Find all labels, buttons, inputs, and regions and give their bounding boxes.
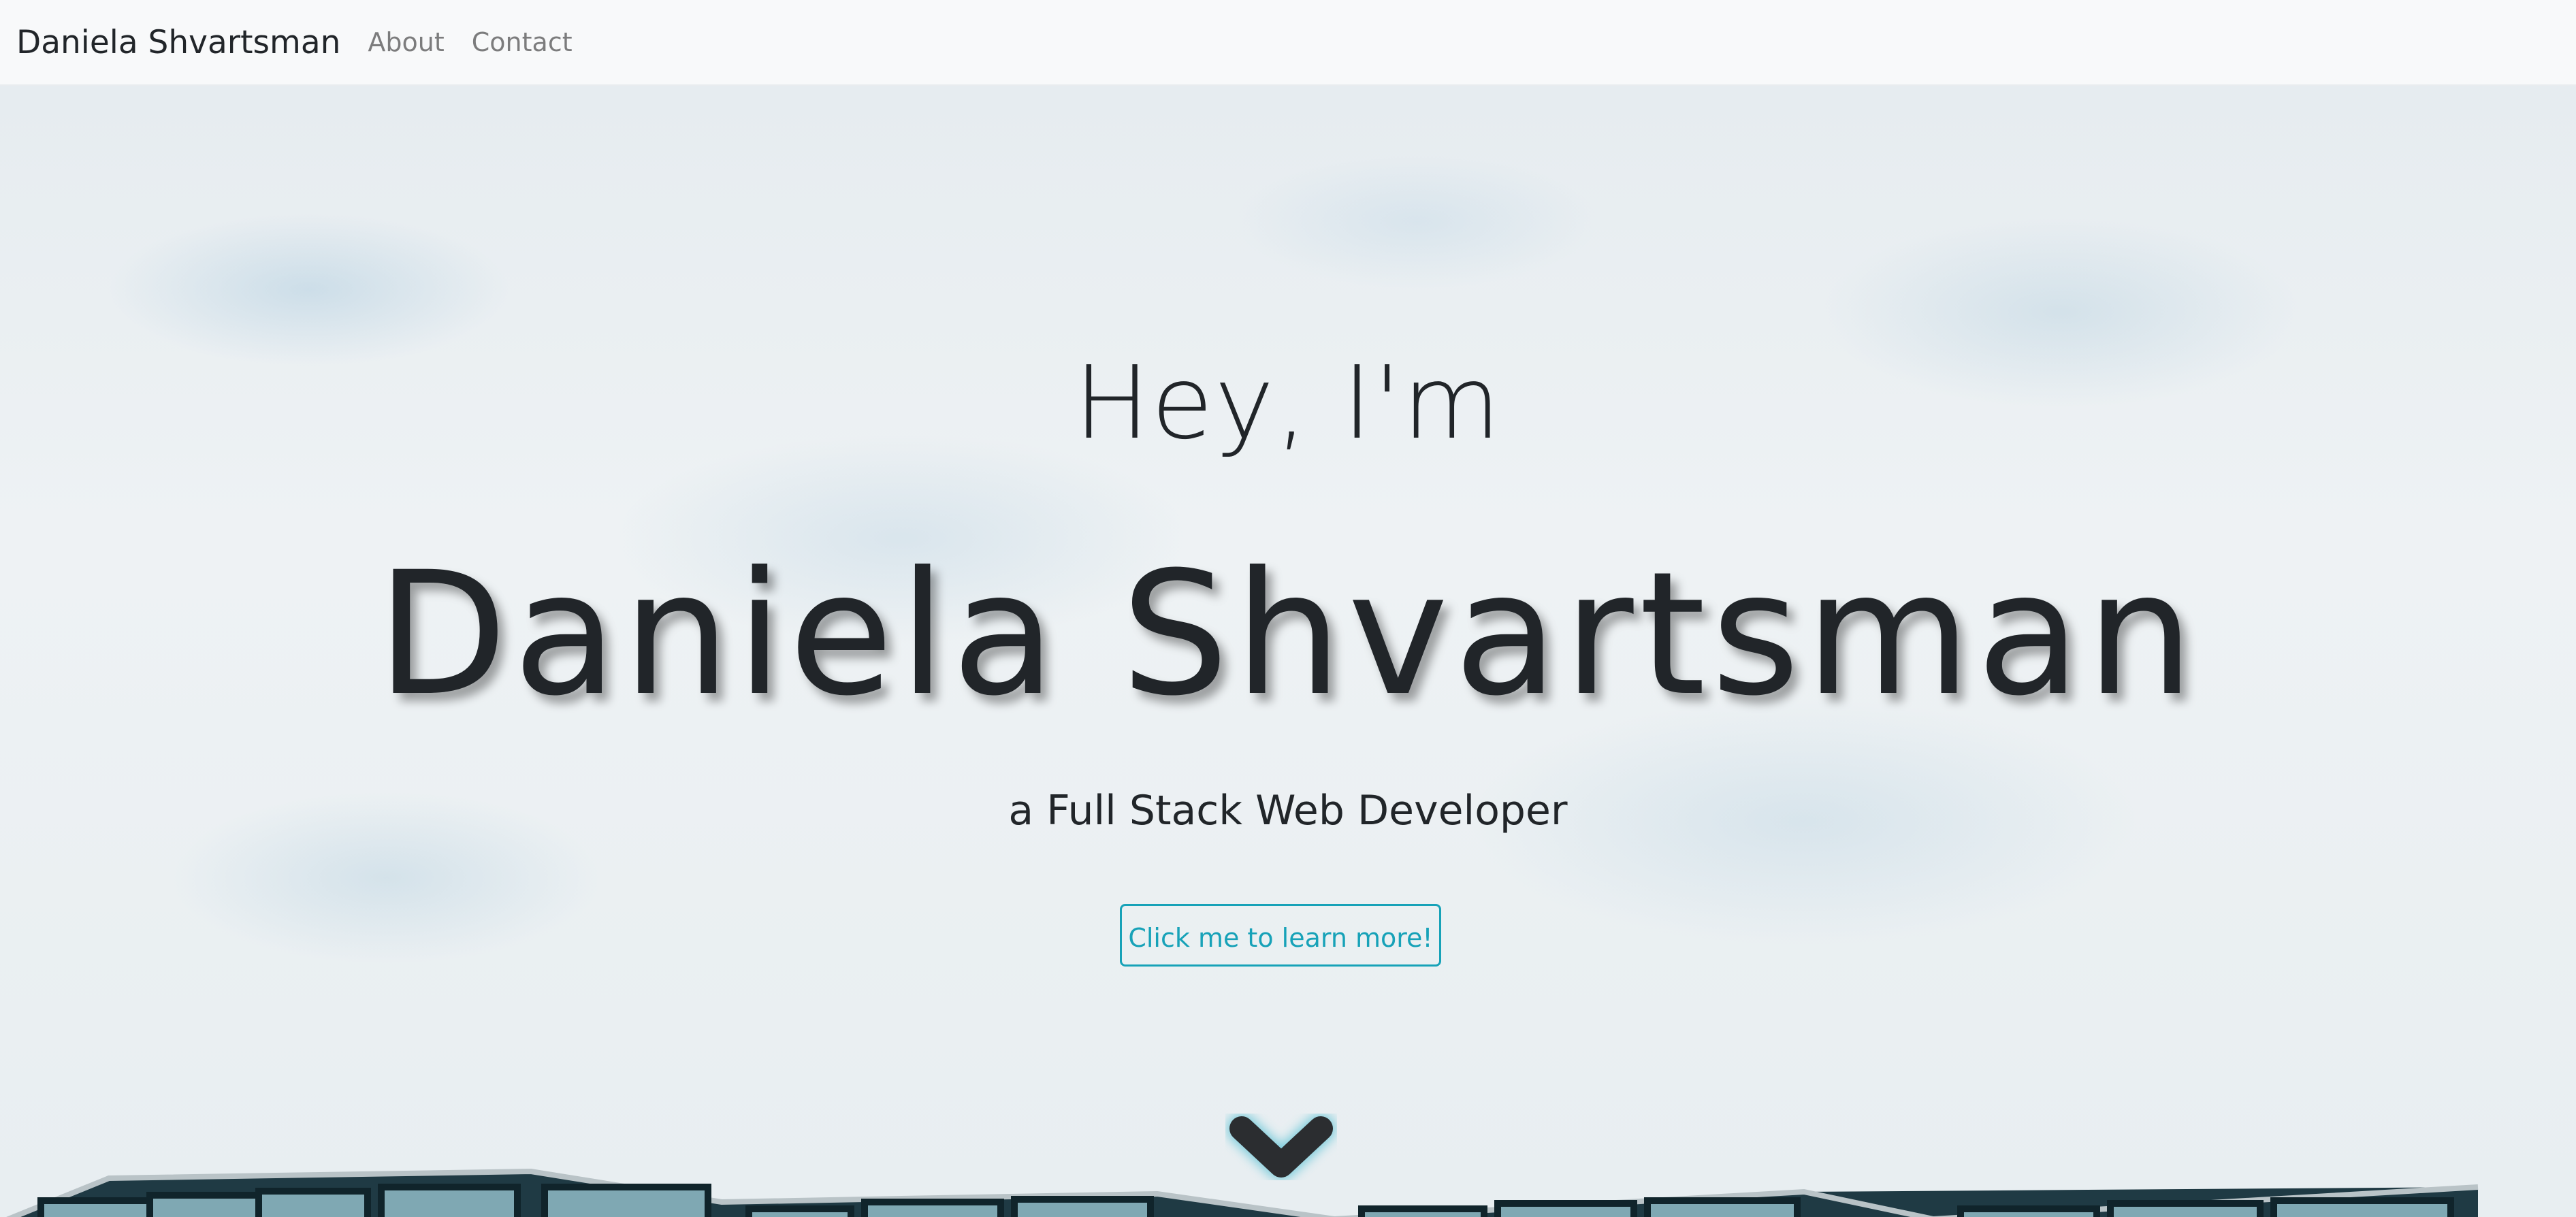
navbar: Daniela Shvartsman About Contact bbox=[0, 0, 2576, 86]
nav-link-about[interactable]: About bbox=[368, 27, 444, 57]
hero-greeting: Hey, I'm bbox=[1074, 344, 1502, 461]
hero-content: Hey, I'm Daniela Shvartsman a Full Stack… bbox=[0, 86, 2576, 1217]
brand-link[interactable]: Daniela Shvartsman bbox=[16, 24, 340, 61]
hero-name: Daniela Shvartsman bbox=[376, 535, 2200, 733]
nav-links: About Contact bbox=[368, 27, 599, 57]
hero-subtitle: a Full Stack Web Developer bbox=[1008, 787, 1568, 834]
chevron-down-icon[interactable] bbox=[1225, 1112, 1337, 1197]
hero-section: Hey, I'm Daniela Shvartsman a Full Stack… bbox=[0, 86, 2576, 1217]
learn-more-button[interactable]: Click me to learn more! bbox=[1120, 904, 1441, 967]
nav-link-contact[interactable]: Contact bbox=[472, 27, 573, 57]
